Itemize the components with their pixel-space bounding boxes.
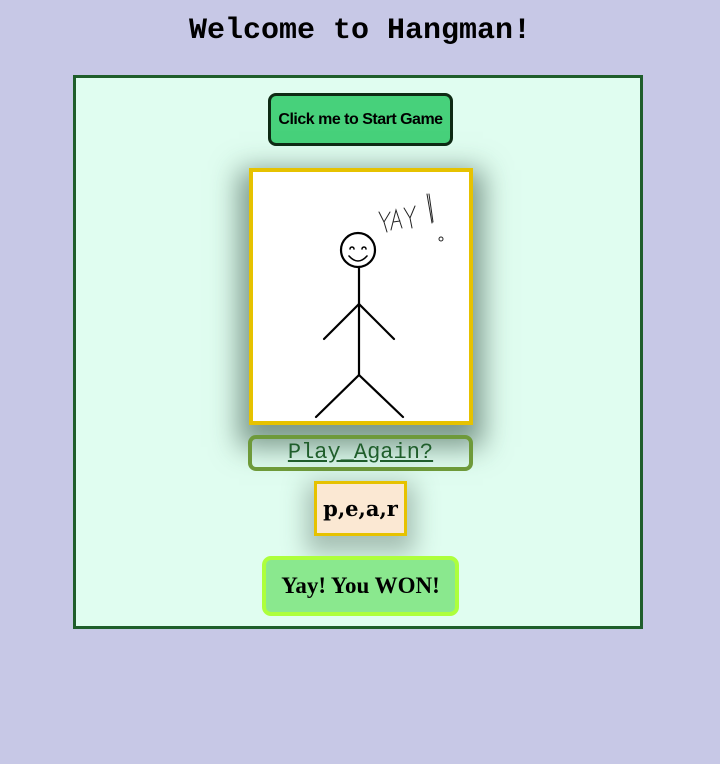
- left-leg: [314, 373, 361, 419]
- stick-figure-drawing: [314, 193, 444, 419]
- game-container: Click me to Start Game Play_Again? p,e,a…: [73, 75, 643, 629]
- page-title: Welcome to Hangman!: [188, 14, 532, 48]
- yay-scribble: [378, 193, 444, 242]
- smile: [348, 255, 368, 262]
- right-leg: [357, 373, 405, 419]
- word-display: p,e,a,r: [314, 481, 407, 536]
- right-arm: [357, 302, 396, 341]
- hangman-picture: [249, 168, 473, 425]
- result-message: Yay! You WON!: [262, 556, 459, 616]
- stick-figure: [314, 231, 405, 419]
- play-again-link[interactable]: Play_Again?: [248, 435, 473, 471]
- left-arm: [322, 302, 361, 341]
- head: [339, 231, 377, 269]
- start-game-button[interactable]: Click me to Start Game: [268, 93, 453, 146]
- left-eye: [349, 246, 355, 250]
- right-eye: [361, 246, 367, 250]
